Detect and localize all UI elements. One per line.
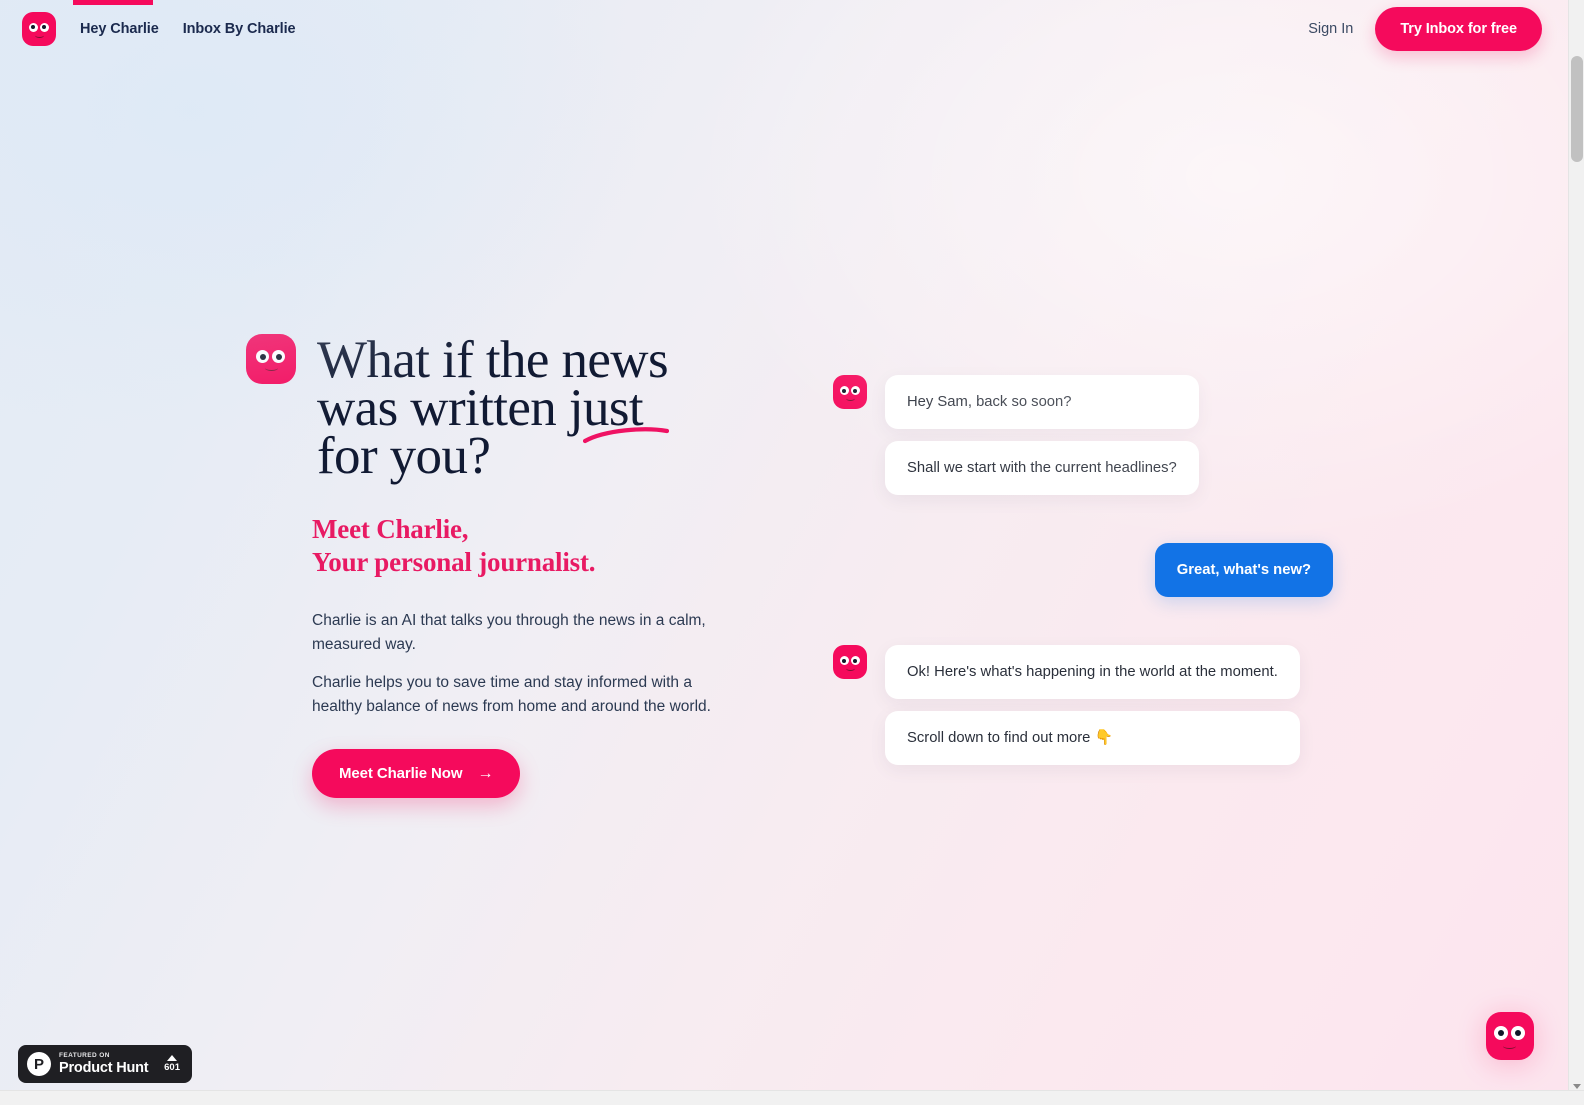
logo-eye-right-icon xyxy=(39,22,49,32)
product-hunt-badge[interactable]: P FEATURED ON Product Hunt 601 xyxy=(18,1045,192,1083)
chat-transcript: Hey Sam, back so soon? Shall we start wi… xyxy=(833,375,1333,765)
vertical-scrollbar[interactable] xyxy=(1568,0,1584,1090)
chat-bubble-outgoing: Great, what's new? xyxy=(1154,543,1333,597)
avatar-eye-right-icon xyxy=(850,386,860,395)
arrow-right-icon: → xyxy=(477,764,494,782)
product-hunt-upvote[interactable]: 601 xyxy=(164,1055,183,1073)
logo-eye-left-icon xyxy=(28,22,38,32)
hero-left-column: What if the news was written just for yo… xyxy=(246,334,766,798)
charlie-logo-icon[interactable] xyxy=(22,11,56,46)
product-hunt-text: FEATURED ON Product Hunt xyxy=(59,1051,149,1076)
hero-mouth-icon xyxy=(264,365,278,371)
chat-spacer xyxy=(833,597,1333,645)
widget-eye-right-icon xyxy=(1511,1026,1525,1040)
product-hunt-name: Product Hunt xyxy=(59,1060,149,1076)
hero-paragraph-2: Charlie helps you to save time and stay … xyxy=(312,674,711,715)
top-progress-indicator xyxy=(73,0,153,5)
horizontal-scrollbar[interactable] xyxy=(0,1090,1584,1105)
product-hunt-logo-icon: P xyxy=(27,1052,51,1076)
scroll-down-arrow-icon[interactable] xyxy=(1573,1084,1581,1089)
avatar-mouth-icon xyxy=(845,396,855,401)
meet-charlie-now-button[interactable]: Meet Charlie Now → xyxy=(312,749,521,798)
page-title: What if the news was written just for yo… xyxy=(317,334,669,483)
nav-item-inbox-by-charlie[interactable]: Inbox By Charlie xyxy=(183,21,296,37)
incoming-bubbles-2: Ok! Here's what's happening in the world… xyxy=(885,645,1300,765)
chat-bubble-incoming: Shall we start with the current headline… xyxy=(885,441,1199,495)
hero-body-copy: Charlie is an AI that talks you through … xyxy=(312,609,732,718)
header-right-group: Sign In Try Inbox for free xyxy=(1308,6,1542,51)
chat-bubble-incoming: Hey Sam, back so soon? xyxy=(885,375,1199,429)
try-inbox-for-free-button[interactable]: Try Inbox for free xyxy=(1375,6,1542,51)
headline-line-3: for you? xyxy=(317,427,491,485)
logo-mouth-icon xyxy=(34,33,44,38)
avatar-eye-left-icon xyxy=(839,386,849,395)
chat-widget-charlie-icon xyxy=(1486,1012,1534,1060)
nav-item-hey-charlie[interactable]: Hey Charlie xyxy=(80,21,159,37)
chat-group-outgoing: Great, what's new? xyxy=(833,543,1333,597)
widget-mouth-icon xyxy=(1503,1043,1516,1049)
widget-eye-left-icon xyxy=(1494,1026,1508,1040)
avatar-eye-left-icon xyxy=(839,656,849,665)
chat-bubble-incoming: Ok! Here's what's happening in the world… xyxy=(885,645,1300,699)
chat-avatar-icon xyxy=(833,375,867,409)
chat-avatar-icon xyxy=(833,645,867,679)
hero-charlie-mark-icon xyxy=(246,334,296,384)
subhead-line-1: Meet Charlie, xyxy=(312,514,469,544)
site-header: Hey Charlie Inbox By Charlie Sign In Try… xyxy=(0,0,1568,57)
chat-group-incoming-1: Hey Sam, back so soon? Shall we start wi… xyxy=(833,375,1333,495)
page-root: Hey Charlie Inbox By Charlie Sign In Try… xyxy=(0,0,1584,1105)
avatar-eye-right-icon xyxy=(850,656,860,665)
chat-bubble-incoming: Scroll down to find out more 👇 xyxy=(885,711,1300,765)
headline-row: What if the news was written just for yo… xyxy=(246,334,766,483)
avatar-mouth-icon xyxy=(845,666,855,671)
vertical-scrollbar-thumb[interactable] xyxy=(1571,56,1583,162)
incoming-bubbles-1: Hey Sam, back so soon? Shall we start wi… xyxy=(885,375,1199,495)
hero-paragraph-1: Charlie is an AI that talks you through … xyxy=(312,612,706,653)
subhead-line-2: Your personal journalist. xyxy=(312,547,596,577)
hero-subheading: Meet Charlie, Your personal journalist. xyxy=(312,513,766,579)
header-left-group: Hey Charlie Inbox By Charlie xyxy=(22,11,296,46)
chat-widget-button[interactable] xyxy=(1486,1012,1534,1060)
meet-charlie-now-label: Meet Charlie Now xyxy=(339,765,463,782)
sign-in-link[interactable]: Sign In xyxy=(1308,21,1353,37)
chat-group-incoming-2: Ok! Here's what's happening in the world… xyxy=(833,645,1333,765)
hero-eye-left-icon xyxy=(256,350,269,363)
hero-eye-right-icon xyxy=(272,350,285,363)
chat-spacer xyxy=(833,495,1333,543)
product-hunt-featured-label: FEATURED ON xyxy=(59,1051,110,1059)
product-hunt-upvote-count: 601 xyxy=(164,1062,180,1074)
caret-up-icon xyxy=(167,1055,178,1062)
